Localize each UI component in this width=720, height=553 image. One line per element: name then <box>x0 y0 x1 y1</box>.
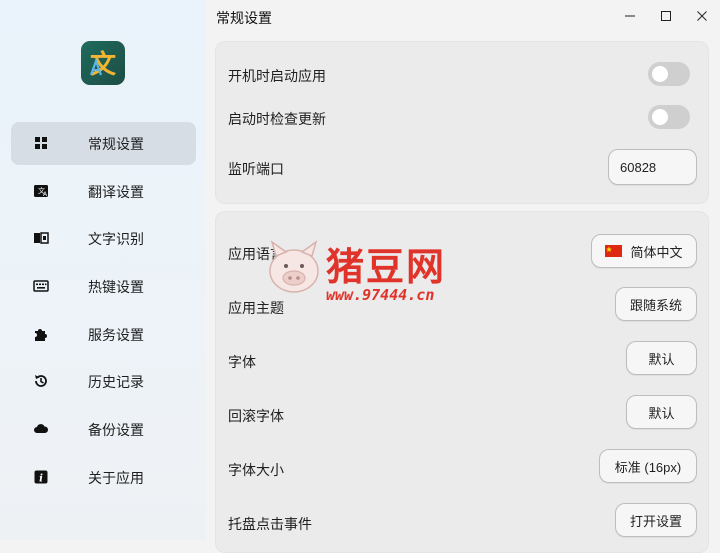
port-input[interactable]: 60828 <box>608 149 697 185</box>
puzzle-icon <box>35 329 47 341</box>
font-size-label: 字体大小 <box>228 462 284 478</box>
language-value: 简体中文 <box>630 244 683 260</box>
sidebar-item-label: 热键设置 <box>88 278 144 295</box>
ocr-icon <box>34 232 49 244</box>
font-value: 默认 <box>648 351 675 367</box>
window-title: 常规设置 <box>216 10 272 26</box>
font-select[interactable]: 默认 <box>626 341 697 375</box>
toggle-knob <box>652 66 668 82</box>
sidebar-item-backup[interactable]: 备份设置 <box>11 408 196 451</box>
sidebar-item-ocr[interactable]: 文字识别 <box>11 217 196 260</box>
autostart-toggle[interactable] <box>648 62 690 86</box>
maximize-icon <box>661 11 671 21</box>
sidebar-item-about[interactable]: i 关于应用 <box>11 456 196 499</box>
sidebar-item-label: 服务设置 <box>88 326 144 343</box>
sidebar-item-label: 翻译设置 <box>88 183 144 200</box>
close-button[interactable] <box>684 0 720 32</box>
svg-text:i: i <box>39 474 43 485</box>
sidebar-item-hotkey[interactable]: 热键设置 <box>11 265 196 308</box>
sidebar-item-label: 文字识别 <box>88 230 144 247</box>
appearance-card: 应用语言 简体中文 应用主题 跟随系统 字体 默认 回滚字体 默认 字体大小 标… <box>215 211 709 553</box>
port-label: 监听端口 <box>228 161 284 177</box>
sidebar-item-label: 关于应用 <box>88 469 144 486</box>
maximize-button[interactable] <box>648 0 684 32</box>
sidebar-item-label: 备份设置 <box>88 421 144 438</box>
cloud-icon <box>34 424 49 433</box>
sidebar: 文 常规设置 文A 翻译设置 文字识别 热键设置 服务设置 历史记录 备份设置 … <box>0 0 206 540</box>
info-icon: i <box>34 470 48 485</box>
grid-icon <box>35 137 47 149</box>
tray-click-value: 打开设置 <box>629 513 682 529</box>
fallback-font-label: 回滚字体 <box>228 408 284 424</box>
check-update-label: 启动时检查更新 <box>228 111 326 127</box>
minimize-button[interactable] <box>612 0 648 32</box>
autostart-label: 开机时启动应用 <box>228 68 326 84</box>
language-label: 应用语言 <box>228 246 284 262</box>
main-content: 开机时启动应用 启动时检查更新 监听端口 60828 应用语言 简体中文 应用主… <box>206 32 720 553</box>
title-bar: 常规设置 <box>206 0 720 32</box>
keyboard-icon <box>33 280 49 292</box>
tray-click-label: 托盘点击事件 <box>228 516 312 532</box>
sidebar-item-label: 历史记录 <box>88 373 144 390</box>
sidebar-item-general[interactable]: 常规设置 <box>11 122 196 165</box>
sidebar-item-service[interactable]: 服务设置 <box>11 313 196 356</box>
close-icon <box>697 11 707 21</box>
history-icon <box>35 375 47 387</box>
general-card: 开机时启动应用 启动时检查更新 监听端口 60828 <box>215 41 709 204</box>
sidebar-item-label: 常规设置 <box>88 135 144 152</box>
app-logo: 文 <box>81 41 125 85</box>
theme-label: 应用主题 <box>228 300 284 316</box>
theme-value: 跟随系统 <box>629 297 682 313</box>
check-update-toggle[interactable] <box>648 105 690 129</box>
fallback-font-value: 默认 <box>648 405 675 421</box>
toggle-knob <box>652 109 668 125</box>
language-select[interactable]: 简体中文 <box>591 234 697 268</box>
translate-icon: 文A <box>34 185 48 198</box>
sidebar-item-translate[interactable]: 文A 翻译设置 <box>11 170 196 213</box>
font-label: 字体 <box>228 354 256 370</box>
china-flag-icon <box>605 245 623 257</box>
theme-select[interactable]: 跟随系统 <box>615 287 697 321</box>
font-size-value: 标准 (16px) <box>614 459 682 475</box>
sidebar-item-history[interactable]: 历史记录 <box>11 360 196 403</box>
font-size-select[interactable]: 标准 (16px) <box>599 449 697 483</box>
fallback-font-select[interactable]: 默认 <box>626 395 697 429</box>
minimize-icon <box>625 15 635 17</box>
tray-click-select[interactable]: 打开设置 <box>615 503 697 537</box>
port-value: 60828 <box>620 159 657 175</box>
